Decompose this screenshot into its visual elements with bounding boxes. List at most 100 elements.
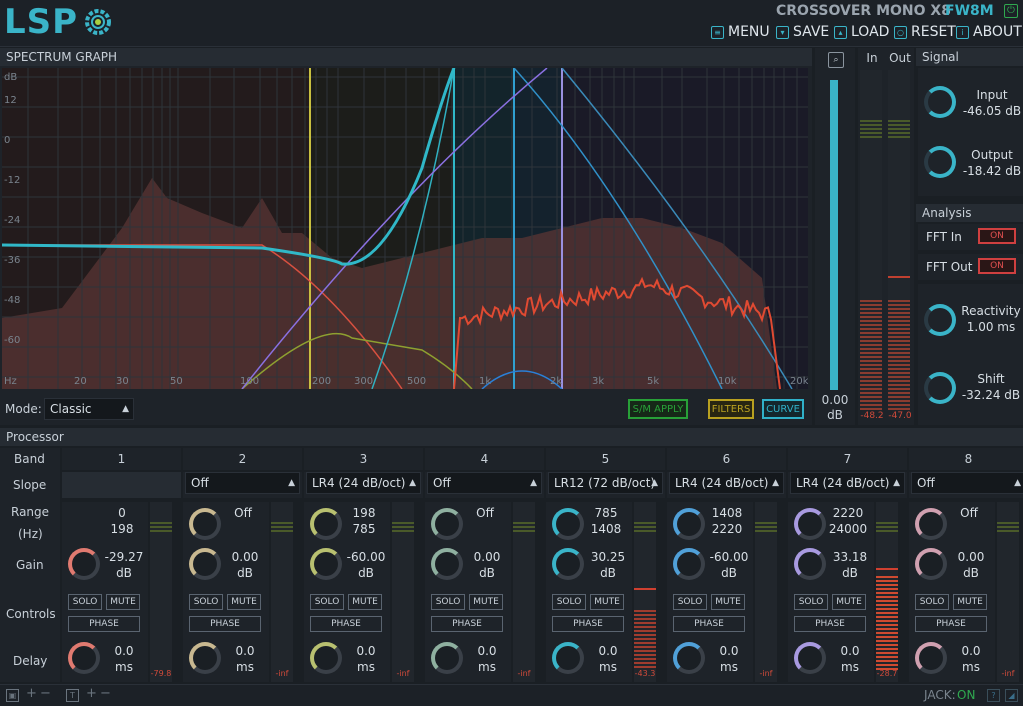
mute-button[interactable]: MUTE [590, 594, 624, 610]
output-meter [888, 70, 910, 410]
lsp-logo: LSP [4, 2, 79, 42]
hz-tick-label: 200 [312, 376, 331, 387]
phase-button[interactable]: PHASE [552, 616, 624, 632]
db-tick-label: -24 [4, 215, 20, 226]
delay-knob[interactable] [794, 642, 826, 674]
delay-knob[interactable] [431, 642, 463, 674]
sm-apply-button[interactable]: S/M APPLY [628, 399, 688, 419]
fft-out-toggle[interactable]: ON [978, 258, 1016, 274]
help-icon[interactable]: ? [987, 689, 1000, 702]
power-icon[interactable]: ⏻ [1004, 4, 1018, 18]
about-button[interactable]: i ABOUT [956, 24, 1022, 40]
phase-button[interactable]: PHASE [431, 616, 503, 632]
slope-select[interactable]: LR12 (72 dB/oct) ▲ [548, 472, 663, 494]
delay-knob[interactable] [189, 642, 221, 674]
slope-select[interactable]: LR4 (24 dB/oct) ▲ [669, 472, 784, 494]
gain-knob[interactable] [68, 548, 100, 580]
delay-knob[interactable] [552, 642, 584, 674]
gain-value: -29.27 [104, 550, 144, 564]
solo-button[interactable]: SOLO [673, 594, 707, 610]
delay-value: 0.0 [719, 644, 739, 658]
mute-button[interactable]: MUTE [227, 594, 261, 610]
mute-button[interactable]: MUTE [106, 594, 140, 610]
delay-value: 0.0 [598, 644, 618, 658]
delay-unit: ms [236, 660, 254, 674]
slope-select[interactable]: Off ▲ [911, 472, 1023, 494]
footer-bar: ▣ + − T + − JACK: ON ? ◢ [0, 684, 1023, 706]
fft-in-label: FFT In [926, 230, 962, 244]
db-tick-label: dB [4, 72, 17, 83]
mute-button[interactable]: MUTE [832, 594, 866, 610]
fft-in-toggle[interactable]: ON [978, 228, 1016, 244]
delay-value: 0.0 [356, 644, 376, 658]
band-level-meter: -43.3 [634, 502, 656, 682]
gain-knob[interactable] [673, 548, 705, 580]
phase-button[interactable]: PHASE [673, 616, 745, 632]
band-meter-value: -43.3 [634, 669, 656, 678]
band-column-6: 6 LR4 (24 dB/oct) ▲ 1408 2220 -60.00 dB S… [667, 448, 786, 682]
gain-knob[interactable] [431, 548, 463, 580]
gain-knob[interactable] [310, 548, 342, 580]
solo-button[interactable]: SOLO [794, 594, 828, 610]
slope-select[interactable]: Off ▲ [185, 472, 300, 494]
spectrum-graph[interactable]: dB 12 0 -12 -24 -36 -48 -60 Hz 20 30 50 100 200 300 50… [2, 68, 808, 389]
gain-knob[interactable] [915, 548, 947, 580]
mute-button[interactable]: MUTE [711, 594, 745, 610]
solo-button[interactable]: SOLO [431, 594, 465, 610]
input-knob[interactable] [924, 86, 956, 118]
font-size-icon[interactable]: T [66, 689, 79, 702]
band-column-4: 4 Off ▲ Off 0.00 dB SOLO MUTE PHASE 0.0 m… [425, 448, 544, 682]
hz-tick-label: 2k [550, 376, 562, 387]
solo-button[interactable]: SOLO [552, 594, 586, 610]
meter-out-value: -47.0 [888, 411, 912, 421]
output-knob[interactable] [924, 146, 956, 178]
zoom-slider[interactable] [830, 80, 838, 390]
mute-button[interactable]: MUTE [953, 594, 987, 610]
slope-select[interactable]: LR4 (24 dB/oct) ▲ [306, 472, 421, 494]
band-level-meter: -inf [513, 502, 535, 682]
slope-select[interactable]: LR4 (24 dB/oct) ▲ [790, 472, 905, 494]
curve-button[interactable]: CURVE [762, 399, 804, 419]
phase-button[interactable]: PHASE [794, 616, 866, 632]
gain-knob[interactable] [189, 548, 221, 580]
zoom-icon[interactable]: ⌕ [828, 52, 844, 68]
band-level-meter: -28.7 [876, 502, 898, 682]
band-number: 4 [480, 452, 489, 466]
zoom-out-icon[interactable]: − [40, 686, 51, 701]
filters-button[interactable]: FILTERS [708, 399, 754, 419]
mode-select[interactable]: Classic ▲ [44, 398, 134, 420]
load-button[interactable]: ▴ LOAD [834, 24, 889, 40]
gain-unit: dB [721, 566, 737, 580]
gain-value: -60.00 [346, 550, 386, 564]
resize-icon[interactable]: ◢ [1005, 689, 1018, 702]
delay-knob[interactable] [68, 642, 100, 674]
delay-knob[interactable] [310, 642, 342, 674]
reset-button[interactable]: ○ RESET [894, 24, 956, 40]
band-column-2: 2 Off ▲ Off 0.00 dB SOLO MUTE PHASE 0.0 m… [183, 448, 302, 682]
solo-button[interactable]: SOLO [189, 594, 223, 610]
gain-knob[interactable] [794, 548, 826, 580]
delay-knob[interactable] [915, 642, 947, 674]
mute-button[interactable]: MUTE [469, 594, 503, 610]
menu-button[interactable]: ≡ MENU [711, 24, 770, 40]
shift-knob[interactable] [924, 372, 956, 404]
gain-knob[interactable] [552, 548, 584, 580]
phase-button[interactable]: PHASE [310, 616, 382, 632]
slope-select[interactable]: Off ▲ [427, 472, 542, 494]
solo-button[interactable]: SOLO [915, 594, 949, 610]
reactivity-knob[interactable] [924, 304, 956, 336]
font-plus-icon[interactable]: + [86, 686, 97, 701]
window-icon[interactable]: ▣ [6, 689, 19, 702]
delay-knob[interactable] [673, 642, 705, 674]
zoom-in-icon[interactable]: + [26, 686, 37, 701]
solo-button[interactable]: SOLO [310, 594, 344, 610]
font-minus-icon[interactable]: − [100, 686, 111, 701]
range-lo-value: Off [234, 506, 252, 520]
reactivity-value: 1.00 ms [966, 320, 1016, 334]
mute-button[interactable]: MUTE [348, 594, 382, 610]
phase-button[interactable]: PHASE [189, 616, 261, 632]
phase-button[interactable]: PHASE [915, 616, 987, 632]
solo-button[interactable]: SOLO [68, 594, 102, 610]
phase-button[interactable]: PHASE [68, 616, 140, 632]
save-button[interactable]: ▾ SAVE [776, 24, 829, 40]
